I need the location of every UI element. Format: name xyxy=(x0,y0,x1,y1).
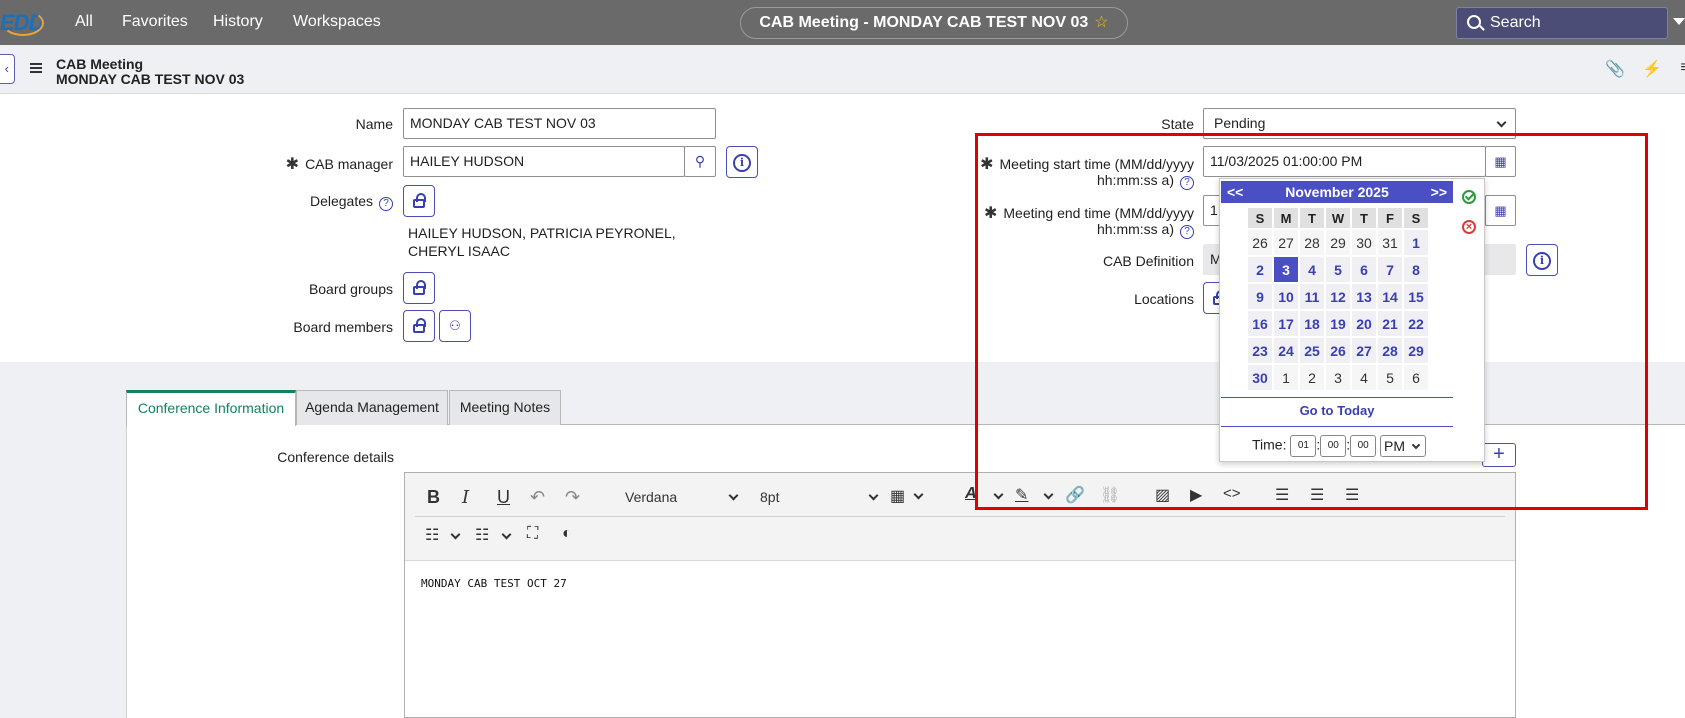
font-family-select[interactable]: Verdana xyxy=(625,489,739,505)
delegates-unlock-button[interactable] xyxy=(403,185,435,217)
undo-button[interactable]: ↶ xyxy=(530,487,545,508)
activity-icon[interactable]: ⚡ xyxy=(1642,59,1662,78)
italic-button[interactable]: I xyxy=(462,487,469,508)
chevron-down-icon[interactable] xyxy=(450,529,461,540)
attachment-icon[interactable]: 📎 xyxy=(1605,59,1625,78)
nav-workspaces[interactable]: Workspaces xyxy=(293,13,381,31)
table-icon[interactable]: ▦ xyxy=(890,486,905,506)
cab-manager-lookup-button[interactable]: ⚲ xyxy=(684,146,716,177)
tab-agenda-management[interactable]: Agenda Management xyxy=(296,390,448,425)
tab-meeting-notes[interactable]: Meeting Notes xyxy=(449,390,561,425)
name-label: Name xyxy=(355,116,393,132)
add-person-icon: ⚇ xyxy=(449,318,461,333)
cab-manager-input[interactable]: HAILEY HUDSON xyxy=(403,146,685,177)
record-name-label: MONDAY CAB TEST NOV 03 xyxy=(56,71,245,87)
search-icon xyxy=(1467,15,1481,29)
chevron-down-icon[interactable] xyxy=(913,489,924,500)
nav-favorites[interactable]: Favorites xyxy=(122,13,188,31)
delegates-list-line2: CHERYL ISAAC xyxy=(408,243,510,259)
company-logo[interactable]: EDD xyxy=(0,10,44,36)
favorite-star-icon[interactable]: ☆ xyxy=(1094,14,1108,31)
lock-icon xyxy=(413,318,426,333)
underline-button[interactable]: U xyxy=(497,487,510,508)
chevron-down-icon xyxy=(1496,117,1507,128)
search-icon: ⚲ xyxy=(694,153,706,169)
lock-icon xyxy=(413,193,426,208)
help-icon[interactable]: ? xyxy=(379,197,393,211)
info-icon: i xyxy=(733,154,751,172)
delegates-label: Delegates? xyxy=(250,193,393,211)
bullet-list-icon[interactable]: ☷ xyxy=(425,525,439,545)
record-header: ‹ CAB Meeting MONDAY CAB TEST NOV 03 📎 ⚡… xyxy=(0,45,1685,94)
top-navigation-bar: EDD All Favorites History Workspaces CAB… xyxy=(0,0,1685,45)
more-options-icon[interactable]: ≡ xyxy=(1676,59,1685,77)
search-scope-dropdown-icon[interactable] xyxy=(1673,18,1685,25)
contrast-icon[interactable]: ◐ xyxy=(562,525,572,543)
delegates-list-line1: HAILEY HUDSON, PATRICIA PEYRONEL, xyxy=(408,225,676,241)
context-menu-icon[interactable] xyxy=(30,63,42,75)
nav-history[interactable]: History xyxy=(213,13,263,31)
record-type-label: CAB Meeting xyxy=(56,56,144,72)
board-members-add-me-button[interactable]: ⚇ xyxy=(439,310,471,342)
highlight-annotation-box xyxy=(975,133,1648,510)
board-groups-label: Board groups xyxy=(308,281,393,297)
cab-manager-label: ✱ CAB manager xyxy=(285,156,393,173)
bold-button[interactable]: B xyxy=(427,487,440,508)
record-title: CAB Meeting - MONDAY CAB TEST NOV 03 xyxy=(759,14,1089,31)
back-button[interactable]: ‹ xyxy=(0,54,15,84)
board-members-unlock-button[interactable] xyxy=(403,310,435,342)
toolbar-divider xyxy=(415,516,1505,517)
chevron-down-icon xyxy=(868,490,879,501)
tab-conference-information[interactable]: Conference Information xyxy=(126,390,296,426)
state-label: State xyxy=(1161,116,1194,132)
numbered-list-icon[interactable]: ☷ xyxy=(475,525,489,545)
cab-manager-info-button[interactable]: i xyxy=(726,146,758,178)
editor-content[interactable]: MONDAY CAB TEST OCT 27 xyxy=(421,577,567,590)
redo-button[interactable]: ↷ xyxy=(565,487,580,508)
record-title-pill: CAB Meeting - MONDAY CAB TEST NOV 03 ☆ xyxy=(740,7,1128,39)
nav-all[interactable]: All xyxy=(75,13,93,31)
lock-icon xyxy=(413,280,426,295)
conference-details-label: Conference details xyxy=(277,449,394,465)
name-input[interactable]: MONDAY CAB TEST NOV 03 xyxy=(403,108,716,139)
chevron-down-icon[interactable] xyxy=(501,529,512,540)
board-members-label: Board members xyxy=(293,319,393,335)
required-icon: ✱ xyxy=(285,156,300,173)
global-search[interactable]: Search xyxy=(1456,7,1668,39)
chevron-down-icon xyxy=(728,490,739,501)
fullscreen-icon[interactable]: ⛶ xyxy=(527,525,538,543)
board-groups-unlock-button[interactable] xyxy=(403,272,435,304)
font-size-select[interactable]: 8pt xyxy=(760,489,879,505)
search-label: Search xyxy=(1490,14,1541,31)
